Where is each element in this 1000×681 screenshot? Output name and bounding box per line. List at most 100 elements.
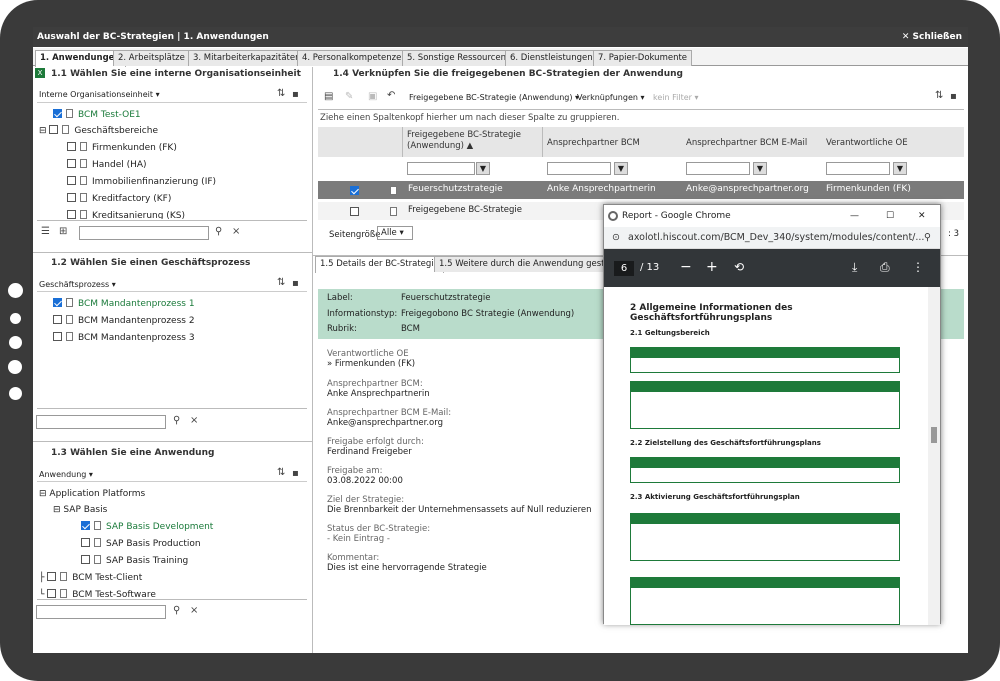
tree-item[interactable]: Kreditfactory (KF) <box>67 191 171 207</box>
tab-sonstige-ressourcen[interactable]: 5. Sonstige Ressourcen <box>402 50 512 66</box>
zoom-icon[interactable]: ⚲ <box>924 227 931 249</box>
checkbox[interactable] <box>67 210 76 219</box>
close-button[interactable]: ✕ Schließen <box>902 27 962 47</box>
page-number-input[interactable]: 6 <box>614 261 634 276</box>
tab-personalkompetenzen[interactable]: 4. Personalkompetenzen <box>297 50 412 66</box>
filter-icon[interactable]: ▼ <box>893 162 907 175</box>
checkbox[interactable] <box>53 109 62 118</box>
maximize-icon[interactable]: ▪ <box>292 89 299 100</box>
edit-icon[interactable]: ✎ <box>345 91 353 102</box>
checkbox[interactable] <box>49 125 59 134</box>
pdf-viewport[interactable]: 2 Allgemeine Informationen des Geschäfts… <box>604 287 930 625</box>
tree-item[interactable]: SAP Basis Training <box>81 553 188 569</box>
checkbox[interactable] <box>53 298 62 307</box>
scrollbar-thumb[interactable] <box>931 427 937 443</box>
close-icon[interactable]: ✕ <box>918 205 926 227</box>
search-icon[interactable]: ⚲ <box>173 605 180 616</box>
filter-icon[interactable]: ▼ <box>753 162 767 175</box>
application-dropdown[interactable]: Anwendung ▾ <box>39 470 93 479</box>
tree-item[interactable]: └ BCM Test-Software <box>39 587 156 598</box>
print-icon[interactable]: ⎙ <box>880 260 890 275</box>
field-value[interactable]: » Firmenkunden (FK) <box>327 359 415 369</box>
tab-further[interactable]: 1.5 Weitere durch die Anwendung gestütz <box>434 256 604 272</box>
tab-details[interactable]: 1.5 Details der BC-Strategie <box>315 256 444 273</box>
expand-icon[interactable]: ⊟ <box>53 505 63 515</box>
list-icon[interactable]: ☰ <box>41 226 50 237</box>
maximize-icon[interactable]: ▪ <box>950 91 957 102</box>
excel-icon[interactable]: X <box>35 68 45 78</box>
maximize-icon[interactable]: ▪ <box>292 278 299 289</box>
download-icon[interactable]: ⤓ <box>852 260 857 275</box>
tab-dienstleistungen[interactable]: 6. Dienstleistungen <box>505 50 598 66</box>
no-filter-dropdown[interactable]: kein Filter ▾ <box>653 93 698 102</box>
expand-icon[interactable]: ⊟ <box>39 489 49 499</box>
checkbox[interactable] <box>350 207 359 216</box>
tab-anwendungen[interactable]: 1. Anwendungen <box>35 50 126 67</box>
popup-url-bar[interactable]: ⊙ axolotl.hiscout.com/BCM_Dev_340/system… <box>604 227 940 249</box>
zoom-in-icon[interactable]: + <box>706 259 718 275</box>
checkbox[interactable] <box>81 538 90 547</box>
checkbox[interactable] <box>47 589 57 598</box>
maximize-icon[interactable]: ☐ <box>886 205 894 227</box>
tree-item[interactable]: Kreditsanierung (KS) <box>67 208 185 219</box>
refresh-icon[interactable]: ⇅ <box>277 467 285 478</box>
tree-item[interactable]: BCM Mandantenprozess 3 <box>53 330 195 346</box>
clear-icon[interactable]: × <box>190 415 198 426</box>
table-row[interactable]: Feuerschutzstrategie Anke Ansprechpartne… <box>318 181 964 199</box>
links-dropdown[interactable]: Verknüpfungen ▾ <box>577 93 645 102</box>
checkbox[interactable] <box>81 555 90 564</box>
maximize-icon[interactable]: ▪ <box>292 468 299 479</box>
tab-mitarbeiterkapazitaeten[interactable]: 3. Mitarbeiterkapazitäten <box>188 50 306 66</box>
expand-icon[interactable]: ⊟ <box>39 126 49 136</box>
checkbox[interactable] <box>67 176 76 185</box>
refresh-icon[interactable]: ⇅ <box>277 88 285 99</box>
filter-icon[interactable]: ▼ <box>476 162 490 175</box>
col-header-contact[interactable]: Ansprechpartner BCM <box>547 138 640 148</box>
new-document-icon[interactable]: ▤ <box>324 91 333 102</box>
tree-item[interactable]: SAP Basis Development <box>81 519 213 535</box>
checkbox[interactable] <box>67 142 76 151</box>
application-search-input[interactable] <box>36 605 166 619</box>
checkbox[interactable] <box>47 572 57 581</box>
tree-item[interactable]: BCM Test-OE1 <box>53 107 141 123</box>
process-search-input[interactable] <box>36 415 166 429</box>
pdf-scrollbar[interactable] <box>928 287 940 625</box>
tree-item[interactable]: Immobilienfinanzierung (IF) <box>67 174 216 190</box>
tree-item[interactable]: ⊟ Application Platforms <box>39 486 145 502</box>
filter-icon[interactable]: ▼ <box>614 162 628 175</box>
clear-icon[interactable]: × <box>190 605 198 616</box>
more-icon[interactable]: ⋮ <box>912 260 924 274</box>
filter-input-oe[interactable] <box>826 162 890 175</box>
tab-arbeitsplaetze[interactable]: 2. Arbeitsplätze <box>113 50 190 66</box>
clear-icon[interactable]: × <box>232 226 240 237</box>
checkbox[interactable] <box>81 521 90 530</box>
site-info-icon[interactable]: ⊙ <box>612 227 620 249</box>
refresh-icon[interactable]: ⇅ <box>277 277 285 288</box>
col-header-oe[interactable]: Verantwortliche OE <box>826 138 908 148</box>
tree-item[interactable]: ⊟ Geschäftsbereiche <box>39 123 158 139</box>
tree-item[interactable]: BCM Mandantenprozess 2 <box>53 313 195 329</box>
page-size-select[interactable]: Alle ▾ <box>377 226 413 240</box>
tree-icon[interactable]: ⊞ <box>59 226 67 237</box>
zoom-out-icon[interactable]: − <box>680 259 692 275</box>
refresh-icon[interactable]: ⇅ <box>935 90 943 101</box>
tree-item[interactable]: ⊟ SAP Basis <box>53 502 107 518</box>
org-search-input[interactable] <box>79 226 209 240</box>
process-dropdown[interactable]: Geschäftsprozess ▾ <box>39 280 116 289</box>
search-icon[interactable]: ⚲ <box>215 226 222 237</box>
search-icon[interactable]: ⚲ <box>173 415 180 426</box>
tree-item[interactable]: Handel (HA) <box>67 157 147 173</box>
col-header-email[interactable]: Ansprechpartner BCM E-Mail <box>686 138 807 148</box>
save-icon[interactable]: ▣ <box>368 91 377 102</box>
strategy-filter-dropdown[interactable]: Freigegebene BC-Strategie (Anwendung) ▾ <box>409 93 579 102</box>
minimize-icon[interactable]: — <box>850 205 859 227</box>
checkbox[interactable] <box>67 159 76 168</box>
rotate-icon[interactable]: ⟲ <box>734 260 744 274</box>
filter-input-strategy[interactable] <box>407 162 475 175</box>
tree-item[interactable]: BCM Mandantenprozess 1 <box>53 296 195 312</box>
tab-papier-dokumente[interactable]: 7. Papier-Dokumente <box>593 50 693 66</box>
checkbox[interactable] <box>53 332 62 341</box>
filter-input-email[interactable] <box>686 162 750 175</box>
tree-item[interactable]: Firmenkunden (FK) <box>67 140 177 156</box>
tree-item[interactable]: ├ BCM Test-Client <box>39 570 142 586</box>
